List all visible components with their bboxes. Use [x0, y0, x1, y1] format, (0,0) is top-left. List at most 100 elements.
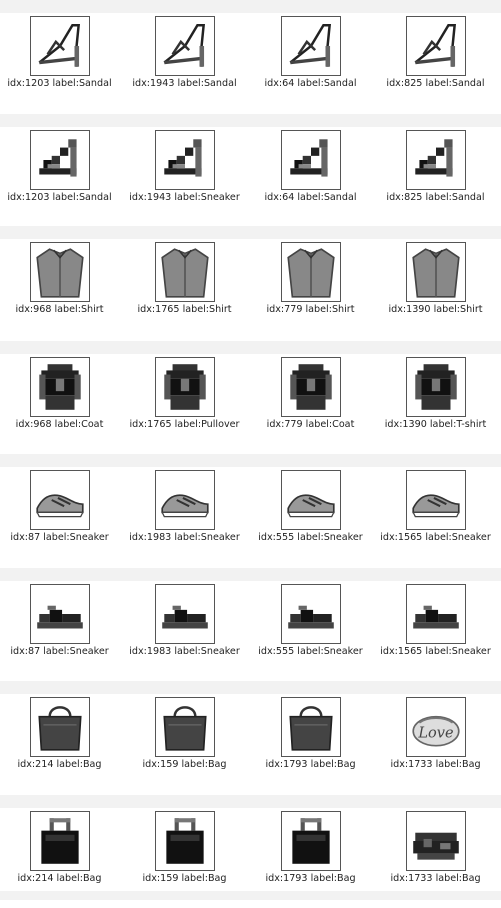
shirt-icon — [154, 357, 215, 417]
image-cell: idx:1390 label:Shirt — [373, 239, 498, 335]
image-caption: idx:1983 label:Sneaker — [129, 532, 240, 543]
sandal-icon — [154, 130, 215, 190]
bag-icon — [280, 811, 341, 871]
image-cell: idx:779 label:Coat — [248, 354, 373, 450]
bag-icon — [154, 811, 215, 871]
image-cell: idx:1765 label:Shirt — [122, 239, 247, 335]
image-cell: idx:1565 label:Sneaker — [373, 467, 498, 563]
row-separator — [0, 795, 501, 808]
sandal-icon — [280, 130, 341, 190]
image-caption: idx:1943 label:Sneaker — [129, 192, 240, 203]
shirt-icon — [405, 357, 466, 417]
row-separator — [0, 454, 501, 467]
image-caption: idx:159 label:Bag — [142, 759, 227, 770]
image-row: idx:87 label:Sneaker idx:1983 label:Sneak… — [0, 581, 501, 681]
image-caption: idx:1943 label:Sandal — [132, 78, 237, 89]
image-cell: idx:1793 label:Bag — [248, 808, 373, 904]
image-cell: idx:1203 label:Sandal — [0, 127, 122, 223]
image-caption: idx:1203 label:Sandal — [7, 78, 112, 89]
image-cell: idx:1765 label:Pullover — [122, 354, 247, 450]
image-caption: idx:1733 label:Bag — [390, 759, 481, 770]
image-caption: idx:779 label:Coat — [266, 419, 355, 430]
image-caption: idx:968 label:Shirt — [15, 304, 104, 315]
image-cell: idx:1983 label:Sneaker — [122, 581, 247, 677]
row-separator — [0, 681, 501, 694]
image-caption: idx:779 label:Shirt — [266, 304, 355, 315]
sneaker-icon — [280, 470, 341, 530]
image-cell: idx:1203 label:Sandal — [0, 13, 122, 109]
image-cell: idx:555 label:Sneaker — [248, 467, 373, 563]
image-caption: idx:1983 label:Sneaker — [129, 646, 240, 657]
shirt-icon — [154, 242, 215, 302]
image-caption: idx:214 label:Bag — [17, 759, 102, 770]
row-separator — [0, 226, 501, 239]
bag-icon — [29, 697, 90, 757]
image-caption: idx:87 label:Sneaker — [10, 532, 109, 543]
image-cell: idx:968 label:Coat — [0, 354, 122, 450]
image-cell: idx:159 label:Bag — [122, 808, 247, 904]
row-separator — [0, 341, 501, 354]
image-row: idx:214 label:Bag idx:159 label:Bag idx:17… — [0, 808, 501, 908]
bag-icon — [29, 811, 90, 871]
image-cell: idx:1943 label:Sneaker — [122, 127, 247, 223]
image-cell: Love idx:1733 label:Bag — [373, 694, 498, 790]
image-cell: idx:1733 label:Bag — [373, 808, 498, 904]
image-caption: idx:1765 label:Pullover — [129, 419, 240, 430]
image-cell: idx:1565 label:Sneaker — [373, 581, 498, 677]
image-cell: idx:968 label:Shirt — [0, 239, 122, 335]
row-separator — [0, 0, 501, 13]
sandal-icon — [405, 130, 466, 190]
shirt-icon — [29, 242, 90, 302]
image-row: idx:968 label:Coat idx:1765 label:Pullove… — [0, 354, 501, 454]
clutch-icon — [405, 811, 466, 871]
shirt-icon — [29, 357, 90, 417]
image-caption: idx:1733 label:Bag — [390, 873, 481, 884]
image-row: idx:968 label:Shirt idx:1765 label:Shirt i… — [0, 239, 501, 339]
shirt-icon — [280, 357, 341, 417]
image-caption: idx:1793 label:Bag — [265, 759, 356, 770]
sandal-icon — [280, 16, 341, 76]
image-cell: idx:825 label:Sandal — [373, 13, 498, 109]
sandal-icon — [29, 16, 90, 76]
image-caption: idx:64 label:Sandal — [264, 192, 357, 203]
image-row: idx:1203 label:Sandal idx:1943 label:Snea… — [0, 127, 501, 227]
image-row: idx:87 label:Sneaker idx:1983 label:Sneak… — [0, 467, 501, 567]
image-caption: idx:555 label:Sneaker — [258, 532, 363, 543]
sneaker-icon — [280, 584, 341, 644]
sneaker-icon — [29, 470, 90, 530]
image-caption: idx:1203 label:Sandal — [7, 192, 112, 203]
image-caption: idx:825 label:Sandal — [386, 192, 485, 203]
image-cell: idx:1943 label:Sandal — [122, 13, 247, 109]
image-caption: idx:968 label:Coat — [15, 419, 104, 430]
image-caption: idx:64 label:Sandal — [264, 78, 357, 89]
image-cell: idx:64 label:Sandal — [248, 13, 373, 109]
sandal-icon — [154, 16, 215, 76]
image-cell: idx:64 label:Sandal — [248, 127, 373, 223]
image-cell: idx:214 label:Bag — [0, 808, 122, 904]
bag-icon — [154, 697, 215, 757]
image-caption: idx:159 label:Bag — [142, 873, 227, 884]
image-row: idx:214 label:Bag idx:159 label:Bag idx:17… — [0, 694, 501, 794]
image-caption: idx:825 label:Sandal — [386, 78, 485, 89]
image-row: idx:1203 label:Sandal idx:1943 label:Sand… — [0, 13, 501, 113]
image-cell: idx:87 label:Sneaker — [0, 581, 122, 677]
image-caption: idx:1765 label:Shirt — [137, 304, 232, 315]
image-cell: idx:779 label:Shirt — [248, 239, 373, 335]
image-cell: idx:214 label:Bag — [0, 694, 122, 790]
bag-print-text: Love — [417, 725, 453, 741]
image-cell: idx:555 label:Sneaker — [248, 581, 373, 677]
sneaker-icon — [154, 584, 215, 644]
image-caption: idx:1565 label:Sneaker — [380, 646, 491, 657]
image-cell: idx:159 label:Bag — [122, 694, 247, 790]
image-caption: idx:1793 label:Bag — [265, 873, 356, 884]
sandal-icon — [29, 130, 90, 190]
sneaker-icon — [154, 470, 215, 530]
clutch-icon: Love — [405, 697, 466, 757]
sneaker-icon — [29, 584, 90, 644]
image-caption: idx:555 label:Sneaker — [258, 646, 363, 657]
sneaker-icon — [405, 470, 466, 530]
sandal-icon — [405, 16, 466, 76]
image-cell: idx:87 label:Sneaker — [0, 467, 122, 563]
image-cell: idx:1983 label:Sneaker — [122, 467, 247, 563]
image-cell: idx:1793 label:Bag — [248, 694, 373, 790]
